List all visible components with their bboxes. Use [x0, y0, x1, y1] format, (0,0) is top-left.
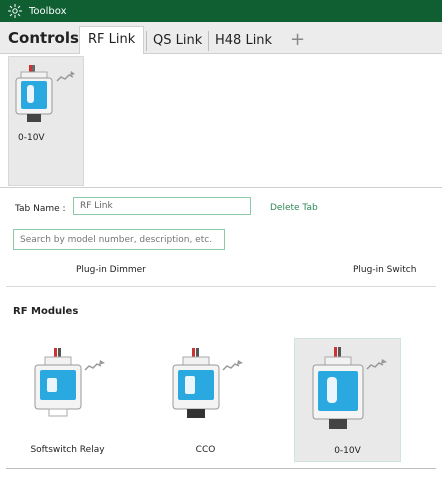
search-input[interactable] [13, 229, 225, 250]
module-label: CCO [195, 445, 216, 455]
category-plug-in-switch[interactable]: Plug-in Switch [353, 265, 416, 275]
device-icon [15, 65, 75, 122]
window-titlebar: Toolbox [0, 0, 442, 22]
tab-bar: Controls RF Link QS Link H48 Link + [0, 22, 442, 55]
add-tab-button[interactable]: + [290, 30, 305, 50]
controls-label: Controls [8, 29, 79, 47]
tray-item-label: 0-10V [18, 133, 45, 143]
tab-h48-link[interactable]: H48 Link [208, 31, 272, 51]
window-title: Toolbox [29, 5, 67, 17]
bottom-divider [6, 468, 436, 469]
module-label: Softswitch Relay [30, 445, 105, 455]
module-0-10v[interactable]: 0-10V [294, 338, 401, 462]
tab-qs-link[interactable]: QS Link [146, 31, 202, 51]
sun-icon [8, 4, 22, 18]
tab-rf-link[interactable]: RF Link [79, 26, 145, 55]
tray-item-0-10v[interactable]: 0-10V [8, 56, 84, 186]
rf-modules-title: RF Modules [13, 306, 79, 317]
module-cco[interactable]: CCO [153, 338, 258, 460]
delete-tab-link[interactable]: Delete Tab [270, 203, 318, 213]
tab-name-input[interactable] [73, 197, 251, 215]
module-label: 0-10V [334, 446, 361, 456]
category-plug-in-dimmer[interactable]: Plug-in Dimmer [76, 265, 146, 275]
module-softswitch-relay[interactable]: Softswitch Relay [15, 338, 120, 460]
divider [6, 286, 436, 287]
link-tray: 0-10V [0, 54, 442, 188]
rf-module-icon [172, 348, 243, 418]
tab-name-label: Tab Name : [15, 204, 66, 214]
rf-module-icon [34, 348, 105, 417]
rf-module-icon [312, 347, 387, 429]
